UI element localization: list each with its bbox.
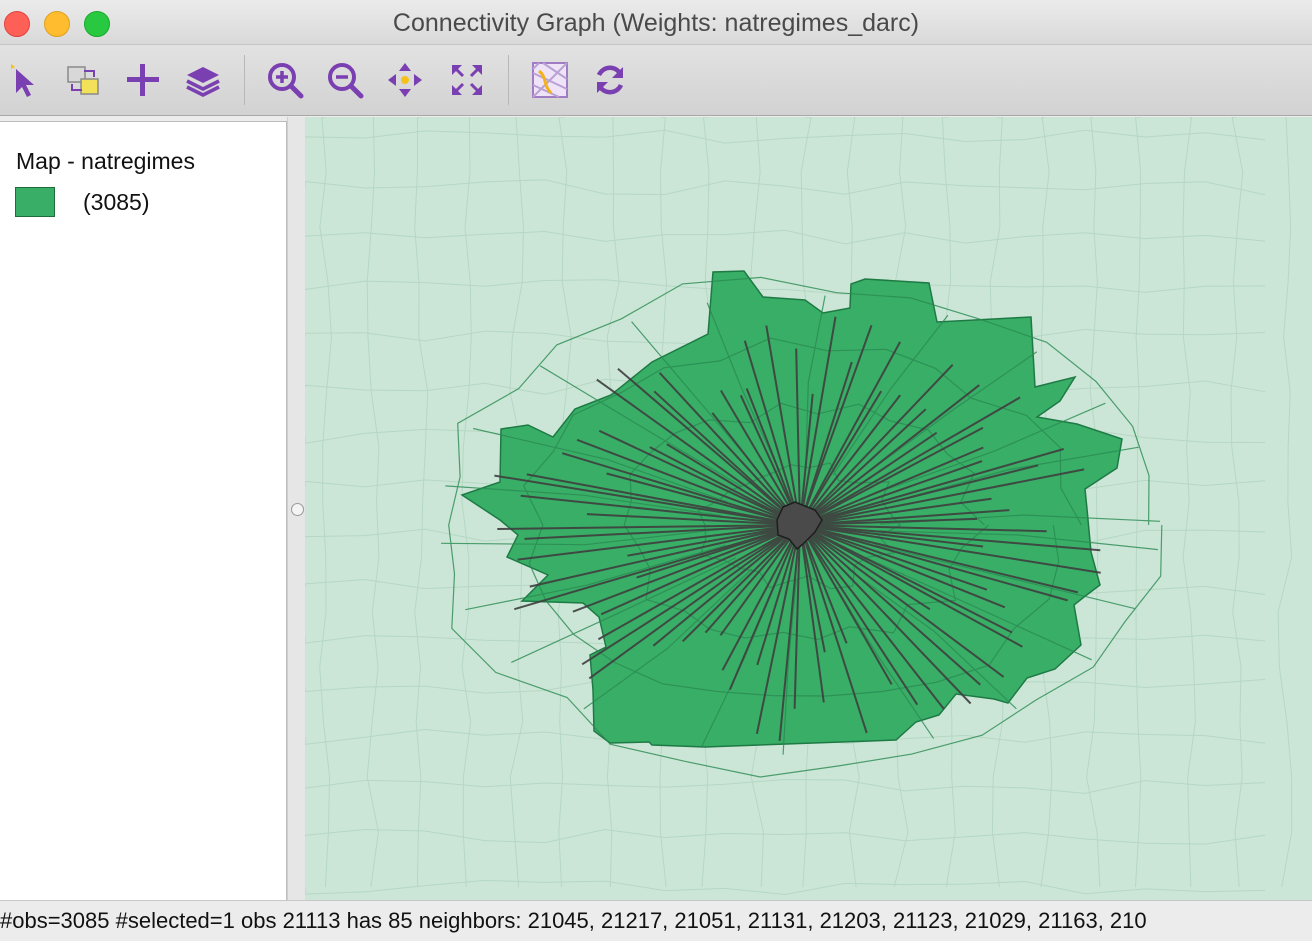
map-canvas[interactable] [305, 117, 1312, 900]
refresh-icon [596, 65, 624, 95]
status-bar: #obs=3085 #selected=1 obs 21113 has 85 n… [0, 900, 1312, 941]
plus-icon [127, 64, 159, 96]
zoom-in-icon [268, 63, 304, 99]
basemap-button[interactable] [529, 59, 571, 101]
zoom-in-button[interactable] [264, 59, 306, 101]
legend-swatch[interactable] [15, 187, 55, 217]
select-tool-button[interactable] [4, 59, 46, 101]
pointer-arrow-icon [11, 64, 34, 97]
splitter-handle[interactable] [291, 503, 304, 516]
toolbar [0, 45, 1312, 116]
connectivity-map[interactable] [305, 117, 1312, 900]
full-extent-button[interactable] [446, 59, 488, 101]
zoom-out-button[interactable] [324, 59, 366, 101]
select-shape-icon [67, 66, 99, 95]
layers-button[interactable] [182, 59, 224, 101]
legend-panel: Map - natregimes (3085) [0, 121, 287, 900]
status-text: #obs=3085 #selected=1 obs 21113 has 85 n… [0, 908, 1147, 933]
title-bar: Connectivity Graph (Weights: natregimes_… [0, 0, 1312, 45]
full-extent-icon [452, 65, 482, 95]
panel-splitter[interactable] [287, 117, 306, 900]
pan-button[interactable] [384, 59, 426, 101]
refresh-button[interactable] [589, 59, 631, 101]
pan-arrows-icon [388, 63, 422, 97]
toolbar-separator [508, 55, 509, 105]
legend-title: Map - natregimes [16, 148, 195, 174]
selection-shape-button[interactable] [62, 59, 104, 101]
layers-icon [186, 67, 220, 97]
add-layer-button[interactable] [122, 59, 164, 101]
legend-item-label: (3085) [83, 189, 150, 215]
basemap-icon [532, 62, 568, 98]
zoom-out-icon [328, 63, 364, 99]
window-title: Connectivity Graph (Weights: natregimes_… [392, 9, 920, 37]
toolbar-separator [244, 55, 245, 105]
